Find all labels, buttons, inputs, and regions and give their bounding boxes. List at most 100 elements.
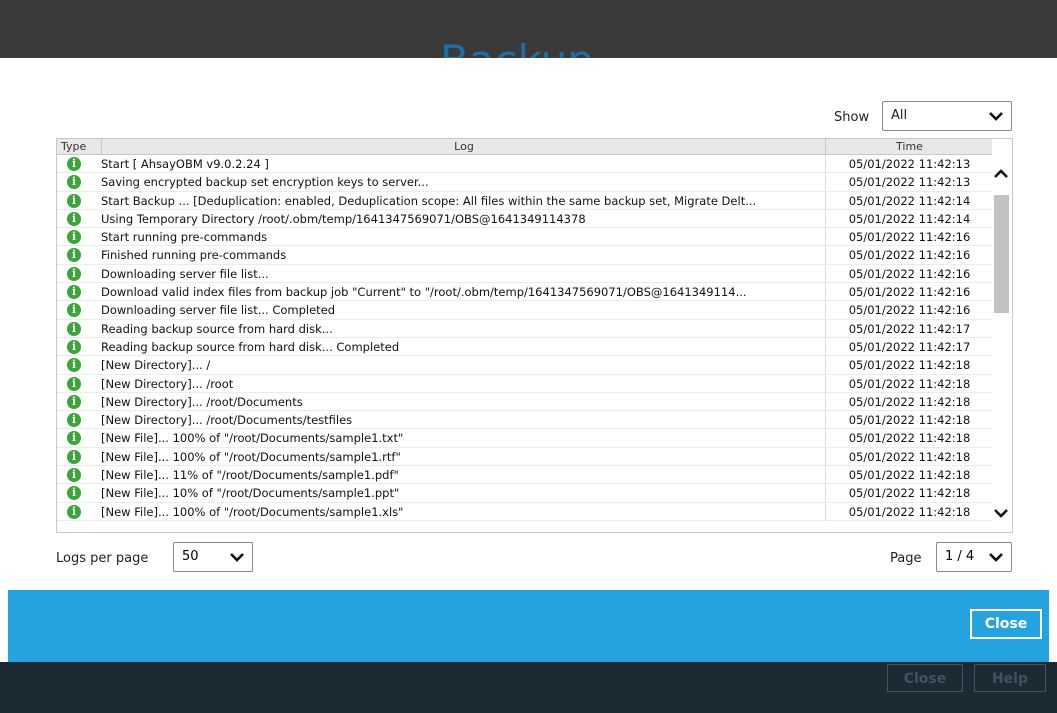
info-icon: i: [67, 504, 81, 519]
log-time: 05/01/2022 11:42:16: [825, 246, 993, 265]
background-help-button: Help: [974, 664, 1046, 692]
table-row[interactable]: i [New Directory]... /root 05/01/2022 11:4…: [57, 374, 993, 393]
backup-log-dialog: Show All Type Log Time i Start [ AhsayOBM…: [8, 58, 1049, 662]
log-message: [New File]... 100% of "/root/Documents/s…: [101, 449, 401, 464]
log-message: Start Backup ... [Deduplication: enabled…: [101, 193, 757, 208]
info-icon: i: [67, 339, 81, 354]
log-time: 05/01/2022 11:42:13: [825, 155, 993, 173]
column-header-time[interactable]: Time: [825, 139, 993, 154]
log-time: 05/01/2022 11:42:18: [825, 411, 993, 430]
log-message: Start running pre-commands: [101, 230, 268, 245]
log-message: [New File]... 100% of "/root/Documents/s…: [101, 431, 404, 446]
logs-per-page-select[interactable]: 50: [173, 542, 253, 572]
table-row[interactable]: i [New File]... 100% of "/root/Documents/…: [57, 447, 993, 467]
chevron-down-icon: [989, 553, 1003, 562]
log-message: [New File]... 10% of "/root/Documents/sa…: [101, 486, 400, 501]
table-row[interactable]: i Downloading server file list... 05/01/20…: [57, 264, 993, 284]
scroll-down-icon[interactable]: [994, 508, 1008, 518]
column-header-type[interactable]: Type: [61, 139, 86, 154]
column-header-log[interactable]: Log: [101, 139, 826, 154]
log-message: Start [ AhsayOBM v9.0.2.24 ]: [101, 157, 269, 171]
log-time: 05/01/2022 11:42:18: [825, 484, 993, 503]
log-time: 05/01/2022 11:42:18: [825, 374, 993, 393]
chevron-down-icon: [230, 553, 244, 562]
background-page-title: Backup: [440, 40, 594, 58]
table-row[interactable]: i Reading backup source from hard disk...…: [57, 319, 993, 338]
table-body: i Start [ AhsayOBM v9.0.2.24 ] 05/01/2022 …: [57, 155, 992, 521]
scrollbar-thumb[interactable]: [994, 195, 1009, 313]
table-row[interactable]: i Download valid index files from backup …: [57, 283, 993, 302]
log-time: 05/01/2022 11:42:14: [825, 209, 993, 228]
info-icon: i: [67, 449, 81, 464]
info-icon: i: [67, 285, 81, 300]
log-time: 05/01/2022 11:42:16: [825, 283, 993, 302]
table-header: Type Log Time: [57, 139, 992, 155]
show-filter-label: Show: [834, 110, 870, 125]
table-row[interactable]: i Start [ AhsayOBM v9.0.2.24 ] 05/01/2022 …: [57, 155, 993, 174]
log-message: Reading backup source from hard disk... …: [101, 339, 400, 354]
chevron-down-icon: [989, 112, 1003, 121]
scroll-up-icon[interactable]: [994, 169, 1008, 179]
log-message: [New Directory]... /root/Documents: [101, 394, 303, 409]
info-icon: i: [67, 193, 81, 208]
info-icon: i: [67, 376, 81, 391]
info-icon: i: [67, 303, 81, 318]
log-time: 05/01/2022 11:42:18: [825, 466, 993, 485]
info-icon: i: [67, 468, 81, 483]
log-table: Type Log Time i Start [ AhsayOBM v9.0.2.2…: [56, 138, 1013, 533]
table-row[interactable]: i [New File]... 100% of "/root/Documents/…: [57, 502, 993, 521]
info-icon: i: [67, 230, 81, 245]
log-message: Finished running pre-commands: [101, 248, 287, 263]
info-icon: i: [67, 211, 81, 226]
dialog-footer-bar: [8, 590, 1049, 662]
table-row[interactable]: i Using Temporary Directory /root/.obm/te…: [57, 209, 993, 229]
table-row[interactable]: i Start Backup ... [Deduplication: enable…: [57, 191, 992, 210]
log-message: Using Temporary Directory /root/.obm/tem…: [101, 211, 586, 226]
table-row[interactable]: i Saving encrypted backup set encryption …: [57, 173, 993, 192]
log-message: [New Directory]... /: [101, 358, 211, 373]
info-icon: i: [67, 157, 81, 171]
logs-per-page-value: 50: [182, 549, 199, 564]
log-time: 05/01/2022 11:42:18: [825, 356, 993, 375]
table-row[interactable]: i [New Directory]... / 05/01/2022 11:42:18: [57, 356, 993, 375]
table-row[interactable]: i Start running pre-commands 05/01/2022 11…: [57, 228, 993, 247]
info-icon: i: [67, 248, 81, 263]
info-icon: i: [67, 321, 81, 336]
log-message: Saving encrypted backup set encryption k…: [101, 175, 429, 190]
table-row[interactable]: i [New Directory]... /root/Documents 05/01…: [57, 392, 993, 412]
page-label: Page: [890, 551, 922, 566]
log-message: [New File]... 11% of "/root/Documents/sa…: [101, 468, 399, 483]
log-time: 05/01/2022 11:42:16: [825, 264, 993, 283]
log-message: Download valid index files from backup j…: [101, 285, 747, 300]
table-row[interactable]: i [New File]... 100% of "/root/Documents/…: [57, 429, 993, 448]
table-row[interactable]: i Finished running pre-commands 05/01/2022…: [57, 246, 993, 265]
log-time: 05/01/2022 11:42:18: [825, 502, 993, 521]
log-time: 05/01/2022 11:42:16: [825, 228, 993, 247]
info-icon: i: [67, 358, 81, 373]
log-time: 05/01/2022 11:42:18: [825, 429, 993, 448]
table-row[interactable]: i [New Directory]... /root/Documents/test…: [57, 411, 993, 430]
close-button[interactable]: Close: [970, 609, 1042, 639]
log-message: [New Directory]... /root/Documents/testf…: [101, 413, 353, 428]
log-time: 05/01/2022 11:42:17: [825, 319, 993, 338]
table-row[interactable]: i [New File]... 10% of "/root/Documents/s…: [57, 484, 993, 503]
log-message: Reading backup source from hard disk...: [101, 321, 333, 336]
table-row[interactable]: i Reading backup source from hard disk...…: [57, 337, 993, 357]
log-time: 05/01/2022 11:42:18: [825, 392, 993, 411]
table-row[interactable]: i [New File]... 11% of "/root/Documents/s…: [57, 466, 993, 485]
background-close-button: Close: [887, 664, 963, 692]
info-icon: i: [67, 266, 81, 281]
show-filter-select[interactable]: All: [882, 101, 1012, 131]
page-select[interactable]: 1 / 4: [936, 542, 1012, 572]
info-icon: i: [67, 413, 81, 428]
info-icon: i: [67, 486, 81, 501]
info-icon: i: [67, 431, 81, 446]
log-message: [New Directory]... /root: [101, 376, 234, 391]
log-time: 05/01/2022 11:42:17: [825, 337, 993, 356]
log-time: 05/01/2022 11:42:18: [825, 447, 993, 466]
log-message: [New File]... 100% of "/root/Documents/s…: [101, 504, 404, 519]
log-time: 05/01/2022 11:42:13: [825, 173, 993, 192]
log-message: Downloading server file list... Complete…: [101, 303, 336, 318]
table-row[interactable]: i Downloading server file list... Complet…: [57, 301, 992, 320]
logs-per-page-label: Logs per page: [56, 551, 149, 566]
